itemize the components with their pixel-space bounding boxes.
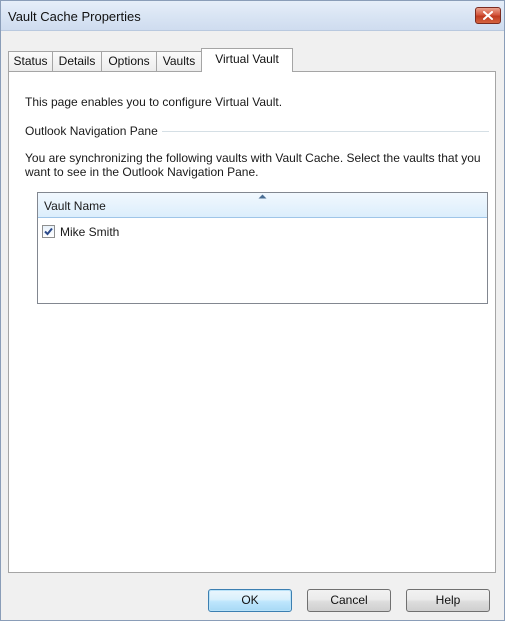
column-header-label: Vault Name: [44, 199, 106, 213]
column-header-vault-name[interactable]: Vault Name: [38, 193, 487, 218]
tab-status[interactable]: Status: [8, 51, 53, 71]
tab-panel-virtual-vault: This page enables you to configure Virtu…: [8, 71, 496, 573]
ok-button[interactable]: OK: [208, 589, 292, 612]
close-button[interactable]: [475, 7, 501, 24]
tab-options[interactable]: Options: [101, 51, 157, 71]
cancel-button[interactable]: Cancel: [307, 589, 391, 612]
dialog-window: Vault Cache Properties Status Details Op…: [0, 0, 505, 621]
tab-virtual-vault[interactable]: Virtual Vault: [201, 48, 293, 72]
list-item[interactable]: Mike Smith: [42, 223, 119, 240]
vault-checkbox[interactable]: [42, 225, 55, 238]
window-title: Vault Cache Properties: [8, 9, 141, 24]
sort-ascending-icon: [258, 194, 267, 199]
title-bar: Vault Cache Properties: [1, 1, 504, 31]
group-label-outlook-navigation-pane: Outlook Navigation Pane: [25, 124, 162, 138]
list-item-label: Mike Smith: [60, 224, 120, 239]
help-button[interactable]: Help: [406, 589, 490, 612]
tab-vaults[interactable]: Vaults: [156, 51, 202, 71]
checkmark-icon: [44, 227, 53, 236]
close-icon: [483, 11, 493, 20]
intro-text: This page enables you to configure Virtu…: [25, 95, 283, 109]
tab-details[interactable]: Details: [52, 51, 102, 71]
description-text: You are synchronizing the following vaul…: [25, 151, 481, 179]
vault-list[interactable]: Vault Name Mike Smith: [37, 192, 488, 304]
